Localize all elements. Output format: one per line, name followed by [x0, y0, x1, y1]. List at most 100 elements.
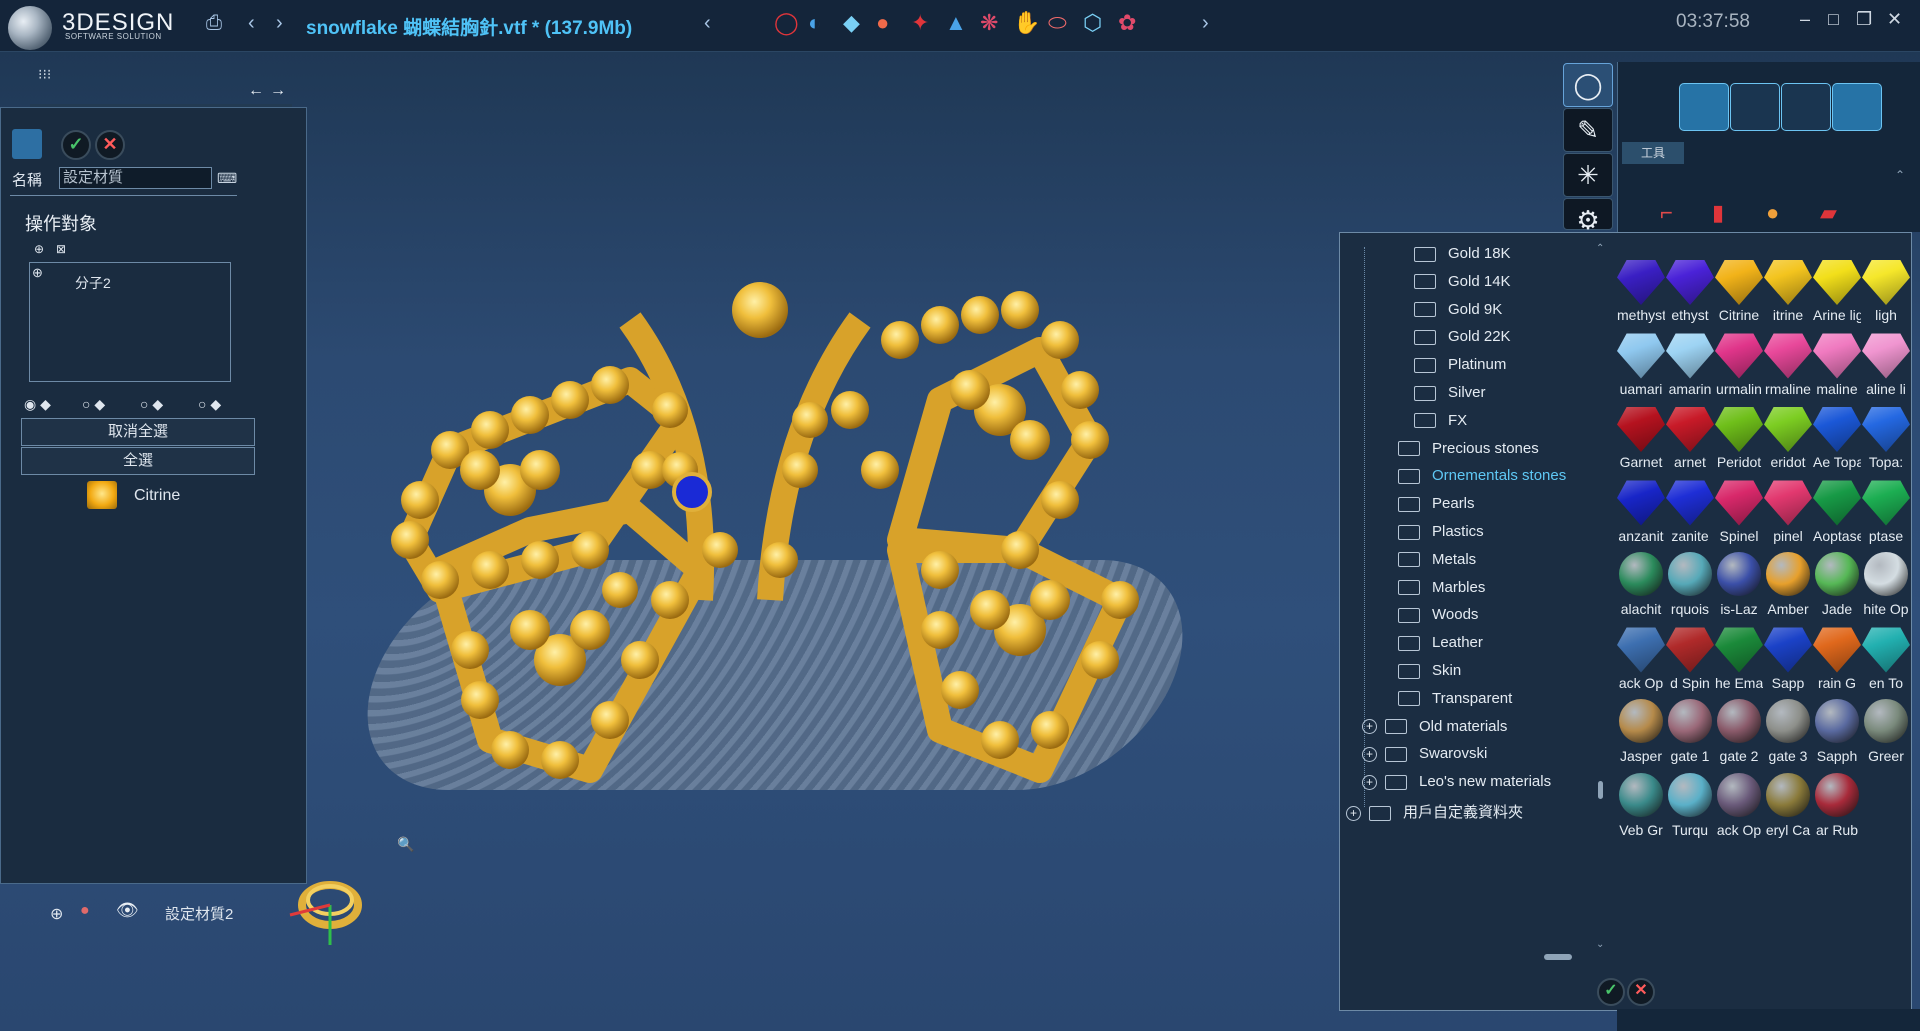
expand-plus-icon[interactable]: + — [1362, 774, 1377, 790]
material-swatch[interactable] — [1766, 699, 1810, 743]
tree-item[interactable]: + 用戶自定義資料夾 — [1346, 801, 1523, 822]
material-mode-icon[interactable] — [12, 129, 42, 159]
tree-item[interactable]: Skin — [1398, 662, 1461, 679]
close-material-button[interactable]: ✕ — [1627, 978, 1655, 1006]
tree-hscroll-thumb[interactable] — [1544, 954, 1572, 960]
scroll-up-icon[interactable]: ⌃ — [1895, 168, 1905, 182]
draw-tool-icon[interactable]: ✎ — [1563, 108, 1613, 152]
material-swatch[interactable] — [1666, 333, 1714, 379]
material-swatch[interactable] — [1862, 627, 1910, 673]
visibility-eye-icon[interactable]: 👁 — [116, 900, 139, 921]
material-swatch[interactable] — [1668, 552, 1712, 596]
toolbar-scroll-left-icon[interactable]: ‹ — [704, 12, 711, 35]
tree-item[interactable]: Ornementals stones — [1398, 467, 1566, 484]
material-swatch[interactable] — [1666, 407, 1714, 452]
material-swatch[interactable] — [1862, 407, 1910, 452]
dots-icon[interactable]: ❋ — [980, 10, 998, 36]
gem-tab-icon[interactable] — [1832, 83, 1882, 131]
mesh-tool-icon[interactable]: ✳ — [1563, 153, 1613, 197]
material-swatch[interactable] — [1764, 333, 1812, 379]
save-icon[interactable]: ⎙ — [206, 12, 222, 35]
deselect-all-button[interactable]: 取消全選 — [21, 418, 255, 446]
molecule-icon[interactable]: ✿ — [1118, 10, 1136, 36]
material-swatch[interactable] — [1813, 480, 1861, 526]
material-swatch[interactable] — [1617, 407, 1665, 452]
name-input[interactable]: 設定材質 — [59, 167, 212, 189]
material-swatch[interactable] — [1717, 772, 1761, 817]
mode-radio-4[interactable]: ○ ◆ — [198, 396, 221, 413]
tree-item[interactable]: Silver — [1414, 384, 1486, 401]
brooch-model[interactable] — [380, 270, 1300, 830]
mode-radio-1[interactable]: ◉ ◆ — [24, 396, 51, 413]
material-swatch[interactable] — [1666, 480, 1714, 526]
pin-icon[interactable]: ⌐ — [1660, 200, 1673, 226]
material-swatch[interactable] — [1666, 260, 1714, 305]
material-swatch[interactable] — [1717, 699, 1761, 743]
tree-item[interactable]: Metals — [1398, 551, 1476, 568]
material-swatch[interactable] — [1715, 627, 1763, 673]
setting-tool-icon[interactable]: ⚙ — [1563, 198, 1613, 235]
hand-icon[interactable]: ✋ — [1013, 10, 1040, 36]
tree-item[interactable]: Leather — [1398, 634, 1483, 651]
material-swatch[interactable] — [1619, 552, 1663, 596]
material-shapes-tab-icon[interactable] — [1679, 83, 1729, 131]
tree-item[interactable]: FX — [1414, 412, 1467, 429]
expand-plus-icon[interactable]: + — [1346, 805, 1361, 821]
object-item[interactable]: 分子2 — [75, 273, 111, 293]
tree-scroll-thumb[interactable] — [1598, 781, 1603, 799]
material-swatch[interactable] — [1815, 552, 1859, 596]
material-swatch[interactable] — [1864, 552, 1908, 596]
material-swatch[interactable] — [1813, 407, 1861, 452]
add-object-icon[interactable]: ⊕ — [34, 242, 44, 256]
cylinder-icon[interactable]: ▮ — [1712, 200, 1724, 226]
tree-item[interactable]: Precious stones — [1398, 440, 1539, 457]
material-balls-icon[interactable]: ● — [876, 10, 889, 36]
cube-icon[interactable]: ⬡ — [1083, 10, 1102, 36]
material-swatch[interactable] — [1617, 260, 1665, 305]
drop-icon[interactable]: ▲ — [945, 10, 967, 36]
plane-icon[interactable]: ▰ — [1820, 200, 1837, 226]
material-swatch[interactable] — [1766, 772, 1810, 817]
expand-plus-icon[interactable]: + — [1362, 719, 1377, 735]
material-swatch[interactable] — [1813, 627, 1861, 673]
material-swatch[interactable] — [1619, 772, 1663, 817]
tree-item[interactable]: Platinum — [1414, 356, 1506, 373]
back-arrow-icon[interactable]: ‹ — [248, 12, 255, 35]
material-swatch[interactable] — [1617, 627, 1665, 673]
material-swatch[interactable] — [1764, 627, 1812, 673]
ring-icon[interactable]: ◯ — [774, 10, 799, 36]
material-swatch[interactable] — [1764, 260, 1812, 305]
material-swatch[interactable] — [1715, 260, 1763, 305]
polish-icon[interactable]: ✦ — [911, 10, 929, 36]
material-swatch[interactable] — [1764, 407, 1812, 452]
material-swatch[interactable] — [1813, 260, 1861, 305]
material-swatch[interactable] — [1862, 333, 1910, 379]
remove-object-icon[interactable]: ⊠ — [56, 242, 66, 256]
rotate-icon[interactable]: ◐ — [808, 10, 821, 36]
material-swatch[interactable] — [1715, 407, 1763, 452]
zoom-icon[interactable]: 🔍 — [397, 836, 414, 853]
tree-item[interactable]: Gold 14K — [1414, 273, 1511, 290]
material-swatch[interactable] — [1717, 552, 1761, 596]
mode-radio-3[interactable]: ○ ◆ — [140, 396, 163, 413]
orientation-gizmo[interactable] — [285, 860, 375, 950]
restore-icon[interactable]: ❐ — [1856, 9, 1872, 30]
object-list[interactable]: ⊕ 分子2 — [29, 262, 231, 382]
minimize-icon[interactable]: – — [1800, 9, 1810, 30]
tree-scrollbar[interactable]: ⌃ ⌄ — [1596, 243, 1604, 950]
tree-item[interactable]: Pearls — [1398, 495, 1475, 512]
material-swatch[interactable] — [1668, 772, 1712, 817]
tree-item[interactable]: + Old materials — [1362, 718, 1507, 735]
material-swatch[interactable] — [1815, 699, 1859, 743]
collapse-left-arrow-icon[interactable]: ← — [248, 82, 264, 100]
tree-item[interactable]: Woods — [1398, 606, 1478, 623]
cancel-button[interactable]: ✕ — [95, 130, 125, 160]
confirm-button[interactable]: ✓ — [61, 130, 91, 160]
close-icon[interactable]: ✕ — [1887, 9, 1902, 30]
add-layer-icon[interactable]: ⊕ — [50, 904, 63, 924]
tree-hscrollbar[interactable] — [1350, 951, 1590, 963]
material-swatch[interactable] — [1815, 772, 1859, 817]
material-swatch[interactable] — [1766, 552, 1810, 596]
material-swatch[interactable] — [1864, 699, 1908, 743]
material-swatch[interactable] — [1668, 699, 1712, 743]
